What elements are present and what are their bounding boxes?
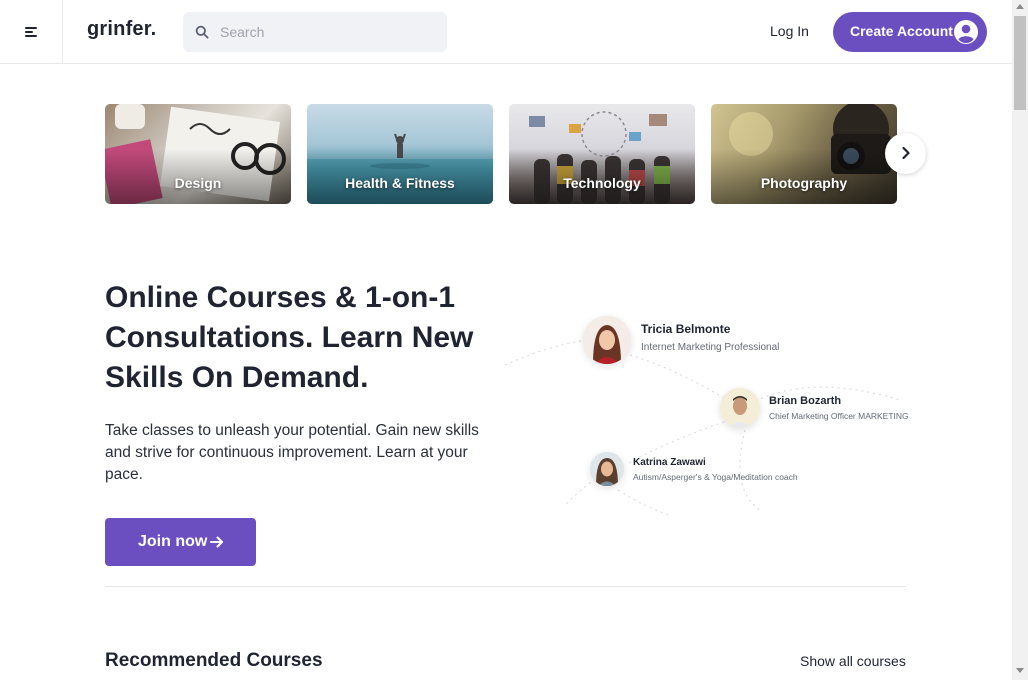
mentor-role: Autism/Asperger's & Yoga/Meditation coac… [633,472,798,482]
create-account-label: Create Account [850,23,953,39]
search-icon [195,25,209,39]
mentor-name[interactable]: Tricia Belmonte [641,322,730,336]
hero-description: Take classes to unleash your potential. … [105,422,479,483]
mentor-avatar-katrina[interactable] [590,452,624,486]
mentor-name[interactable]: Katrina Zawawi [633,457,706,468]
category-label: Design [174,175,222,191]
category-label: Photography [760,175,848,191]
category-card-health-fitness[interactable]: Health & Fitness [307,104,493,204]
show-all-courses-link[interactable]: Show all courses [800,653,906,669]
user-avatar-icon [954,20,978,44]
top-header: grinfer. Log In Create Account [0,0,1012,64]
person-portrait-icon [583,316,631,364]
join-now-label: Join now [138,533,208,550]
page-scrollbar[interactable] [1012,0,1028,680]
category-label: Health & Fitness [345,175,455,191]
logo[interactable]: grinfer. [87,18,156,41]
recommended-courses-heading: Recommended Courses [105,650,323,671]
hamburger-menu-icon [25,27,38,37]
hero-heading: Online Courses & 1-on-1 Consultations. L… [105,281,474,394]
scroll-down-arrow-icon[interactable] [1016,668,1024,673]
category-card-design[interactable]: Design [105,104,291,204]
mentor-avatar-tricia[interactable] [583,316,631,364]
mentor-name[interactable]: Brian Bozarth [769,395,841,407]
carousel-next-button[interactable] [885,133,926,174]
mentor-avatar-brian[interactable] [720,388,760,428]
chevron-right-icon [902,146,910,160]
join-now-button[interactable]: Join now [105,518,256,566]
mentor-role: Internet Marketing Professional [641,342,780,353]
create-account-button[interactable]: Create Account [833,12,987,52]
search-box [183,12,447,52]
category-label: Technology [563,175,641,191]
scrollbar-thumb[interactable] [1014,16,1026,110]
mentor-role: Chief Marketing Officer MARKETING [769,411,909,421]
arrow-right-icon [210,536,223,548]
login-link[interactable]: Log In [770,23,809,39]
category-card-technology[interactable]: Technology [509,104,695,204]
category-card-photography[interactable]: Photography [711,104,897,204]
person-portrait-icon [720,388,760,428]
search-input[interactable] [220,12,435,52]
scroll-up-arrow-icon[interactable] [1016,4,1024,9]
menu-button[interactable] [0,0,63,63]
person-portrait-icon [590,452,624,486]
section-divider [105,586,906,587]
